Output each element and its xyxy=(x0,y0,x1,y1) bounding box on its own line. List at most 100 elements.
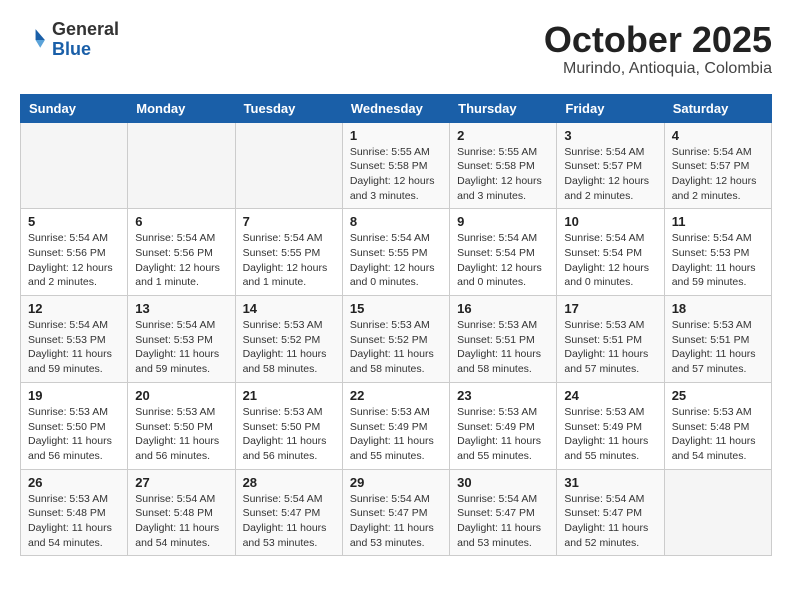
day-info: Sunrise: 5:54 AMSunset: 5:57 PMDaylight:… xyxy=(672,145,764,204)
calendar-cell: 5 Sunrise: 5:54 AMSunset: 5:56 PMDaylight… xyxy=(21,209,128,296)
calendar-cell: 22 Sunrise: 5:53 AMSunset: 5:49 PMDayligh… xyxy=(342,382,449,469)
week-row-5: 26 Sunrise: 5:53 AMSunset: 5:48 PMDayligh… xyxy=(21,469,772,556)
day-number: 16 xyxy=(457,301,549,316)
day-info: Sunrise: 5:53 AMSunset: 5:50 PMDaylight:… xyxy=(28,405,120,464)
day-number: 7 xyxy=(243,214,335,229)
calendar-cell: 12Sunrise: 5:54 AMSunset: 5:53 PMDayligh… xyxy=(21,296,128,383)
calendar-cell: 1 Sunrise: 5:55 AMSunset: 5:58 PMDaylight… xyxy=(342,122,449,209)
day-info: Sunrise: 5:54 AMSunset: 5:53 PMDaylight:… xyxy=(672,231,764,290)
day-number: 13 xyxy=(135,301,227,316)
day-number: 29 xyxy=(350,475,442,490)
calendar-cell: 30 Sunrise: 5:54 AMSunset: 5:47 PMDayligh… xyxy=(450,469,557,556)
day-info: Sunrise: 5:54 AMSunset: 5:56 PMDaylight:… xyxy=(28,231,120,290)
calendar-cell: 8 Sunrise: 5:54 AMSunset: 5:55 PMDaylight… xyxy=(342,209,449,296)
day-info: Sunrise: 5:54 AMSunset: 5:47 PMDaylight:… xyxy=(457,492,549,551)
day-number: 1 xyxy=(350,128,442,143)
calendar-cell xyxy=(128,122,235,209)
day-number: 8 xyxy=(350,214,442,229)
logo: General Blue xyxy=(20,20,119,60)
day-info: Sunrise: 5:53 AMSunset: 5:49 PMDaylight:… xyxy=(457,405,549,464)
day-info: Sunrise: 5:54 AMSunset: 5:54 PMDaylight:… xyxy=(457,231,549,290)
day-info: Sunrise: 5:54 AMSunset: 5:57 PMDaylight:… xyxy=(564,145,656,204)
day-number: 30 xyxy=(457,475,549,490)
title-area: October 2025 Murindo, Antioquia, Colombi… xyxy=(544,20,772,78)
calendar-cell: 16Sunrise: 5:53 AMSunset: 5:51 PMDayligh… xyxy=(450,296,557,383)
logo-icon xyxy=(20,26,48,54)
day-info: Sunrise: 5:53 AMSunset: 5:51 PMDaylight:… xyxy=(672,318,764,377)
day-number: 17 xyxy=(564,301,656,316)
calendar-cell: 21 Sunrise: 5:53 AMSunset: 5:50 PMDayligh… xyxy=(235,382,342,469)
calendar-cell: 9 Sunrise: 5:54 AMSunset: 5:54 PMDaylight… xyxy=(450,209,557,296)
calendar-cell: 26 Sunrise: 5:53 AMSunset: 5:48 PMDayligh… xyxy=(21,469,128,556)
logo-text: General Blue xyxy=(52,20,119,60)
calendar-cell: 7 Sunrise: 5:54 AMSunset: 5:55 PMDaylight… xyxy=(235,209,342,296)
calendar-cell: 19 Sunrise: 5:53 AMSunset: 5:50 PMDayligh… xyxy=(21,382,128,469)
day-number: 2 xyxy=(457,128,549,143)
weekday-header-tuesday: Tuesday xyxy=(235,94,342,122)
calendar-cell: 18Sunrise: 5:53 AMSunset: 5:51 PMDayligh… xyxy=(664,296,771,383)
logo-general: General xyxy=(52,19,119,39)
day-info: Sunrise: 5:55 AMSunset: 5:58 PMDaylight:… xyxy=(350,145,442,204)
calendar-cell: 24 Sunrise: 5:53 AMSunset: 5:49 PMDayligh… xyxy=(557,382,664,469)
day-info: Sunrise: 5:53 AMSunset: 5:52 PMDaylight:… xyxy=(243,318,335,377)
day-number: 9 xyxy=(457,214,549,229)
day-info: Sunrise: 5:54 AMSunset: 5:48 PMDaylight:… xyxy=(135,492,227,551)
day-number: 20 xyxy=(135,388,227,403)
calendar-cell: 28Sunrise: 5:54 AMSunset: 5:47 PMDayligh… xyxy=(235,469,342,556)
weekday-header-wednesday: Wednesday xyxy=(342,94,449,122)
day-number: 22 xyxy=(350,388,442,403)
day-number: 26 xyxy=(28,475,120,490)
day-number: 3 xyxy=(564,128,656,143)
day-number: 24 xyxy=(564,388,656,403)
day-info: Sunrise: 5:53 AMSunset: 5:48 PMDaylight:… xyxy=(672,405,764,464)
day-info: Sunrise: 5:54 AMSunset: 5:55 PMDaylight:… xyxy=(243,231,335,290)
day-info: Sunrise: 5:54 AMSunset: 5:47 PMDaylight:… xyxy=(564,492,656,551)
calendar-cell: 17 Sunrise: 5:53 AMSunset: 5:51 PMDayligh… xyxy=(557,296,664,383)
calendar-cell: 2 Sunrise: 5:55 AMSunset: 5:58 PMDaylight… xyxy=(450,122,557,209)
calendar-cell xyxy=(235,122,342,209)
day-info: Sunrise: 5:53 AMSunset: 5:48 PMDaylight:… xyxy=(28,492,120,551)
day-number: 14 xyxy=(243,301,335,316)
weekday-header-monday: Monday xyxy=(128,94,235,122)
calendar-cell: 31 Sunrise: 5:54 AMSunset: 5:47 PMDayligh… xyxy=(557,469,664,556)
day-number: 6 xyxy=(135,214,227,229)
weekday-header-row: SundayMondayTuesdayWednesdayThursdayFrid… xyxy=(21,94,772,122)
day-info: Sunrise: 5:53 AMSunset: 5:52 PMDaylight:… xyxy=(350,318,442,377)
day-number: 12 xyxy=(28,301,120,316)
day-info: Sunrise: 5:53 AMSunset: 5:49 PMDaylight:… xyxy=(350,405,442,464)
day-info: Sunrise: 5:53 AMSunset: 5:49 PMDaylight:… xyxy=(564,405,656,464)
day-info: Sunrise: 5:54 AMSunset: 5:55 PMDaylight:… xyxy=(350,231,442,290)
week-row-2: 5 Sunrise: 5:54 AMSunset: 5:56 PMDaylight… xyxy=(21,209,772,296)
calendar-cell xyxy=(21,122,128,209)
calendar-cell: 10 Sunrise: 5:54 AMSunset: 5:54 PMDayligh… xyxy=(557,209,664,296)
day-number: 15 xyxy=(350,301,442,316)
day-number: 31 xyxy=(564,475,656,490)
weekday-header-sunday: Sunday xyxy=(21,94,128,122)
calendar-cell: 20Sunrise: 5:53 AMSunset: 5:50 PMDayligh… xyxy=(128,382,235,469)
calendar-cell: 15 Sunrise: 5:53 AMSunset: 5:52 PMDayligh… xyxy=(342,296,449,383)
calendar-cell: 23Sunrise: 5:53 AMSunset: 5:49 PMDayligh… xyxy=(450,382,557,469)
day-info: Sunrise: 5:54 AMSunset: 5:54 PMDaylight:… xyxy=(564,231,656,290)
calendar-cell: 29 Sunrise: 5:54 AMSunset: 5:47 PMDayligh… xyxy=(342,469,449,556)
day-info: Sunrise: 5:54 AMSunset: 5:47 PMDaylight:… xyxy=(350,492,442,551)
weekday-header-thursday: Thursday xyxy=(450,94,557,122)
day-number: 10 xyxy=(564,214,656,229)
day-number: 19 xyxy=(28,388,120,403)
day-number: 27 xyxy=(135,475,227,490)
calendar-cell: 4 Sunrise: 5:54 AMSunset: 5:57 PMDaylight… xyxy=(664,122,771,209)
week-row-4: 19 Sunrise: 5:53 AMSunset: 5:50 PMDayligh… xyxy=(21,382,772,469)
calendar-cell: 14 Sunrise: 5:53 AMSunset: 5:52 PMDayligh… xyxy=(235,296,342,383)
calendar-cell: 6Sunrise: 5:54 AMSunset: 5:56 PMDaylight… xyxy=(128,209,235,296)
calendar-cell xyxy=(664,469,771,556)
day-number: 21 xyxy=(243,388,335,403)
calendar-cell: 25Sunrise: 5:53 AMSunset: 5:48 PMDayligh… xyxy=(664,382,771,469)
day-info: Sunrise: 5:54 AMSunset: 5:47 PMDaylight:… xyxy=(243,492,335,551)
day-info: Sunrise: 5:53 AMSunset: 5:51 PMDaylight:… xyxy=(564,318,656,377)
day-info: Sunrise: 5:53 AMSunset: 5:50 PMDaylight:… xyxy=(243,405,335,464)
week-row-3: 12Sunrise: 5:54 AMSunset: 5:53 PMDayligh… xyxy=(21,296,772,383)
calendar: SundayMondayTuesdayWednesdayThursdayFrid… xyxy=(20,94,772,557)
day-info: Sunrise: 5:55 AMSunset: 5:58 PMDaylight:… xyxy=(457,145,549,204)
day-number: 5 xyxy=(28,214,120,229)
day-number: 4 xyxy=(672,128,764,143)
logo-blue: Blue xyxy=(52,39,91,59)
